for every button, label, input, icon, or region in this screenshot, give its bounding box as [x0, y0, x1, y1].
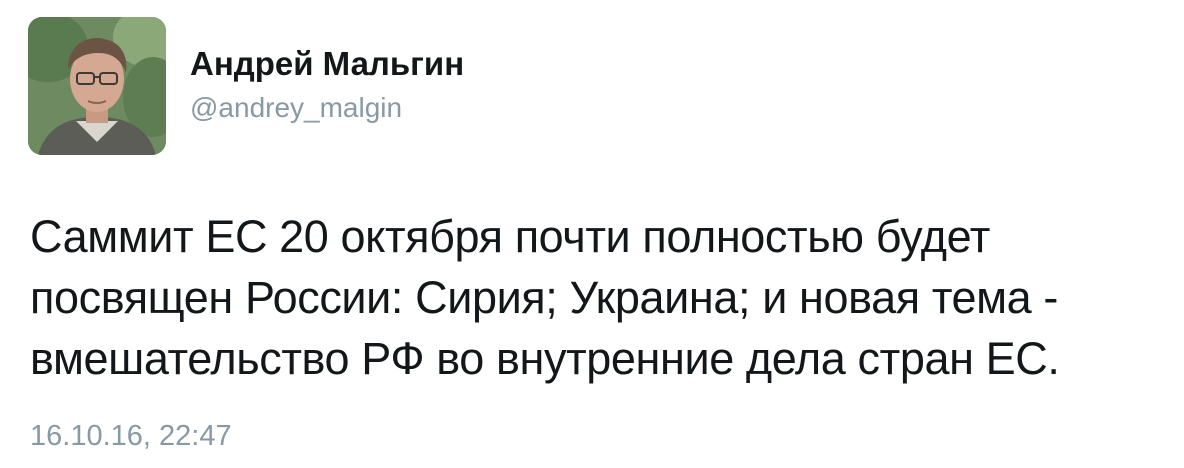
tweet-timestamp[interactable]: 16.10.16, 22:47 [30, 418, 232, 454]
avatar-photo [28, 17, 166, 155]
author-block: Андрей Мальгин @andrey_malgin [190, 44, 464, 126]
tweet-text: Саммит ЕС 20 октября почти полностью буд… [30, 211, 1060, 384]
avatar[interactable] [28, 17, 166, 155]
tweet-card: Андрей Мальгин @andrey_malgin Саммит ЕС … [0, 0, 1184, 468]
author-display-name[interactable]: Андрей Мальгин [190, 44, 464, 84]
author-handle[interactable]: @andrey_malgin [190, 90, 464, 126]
